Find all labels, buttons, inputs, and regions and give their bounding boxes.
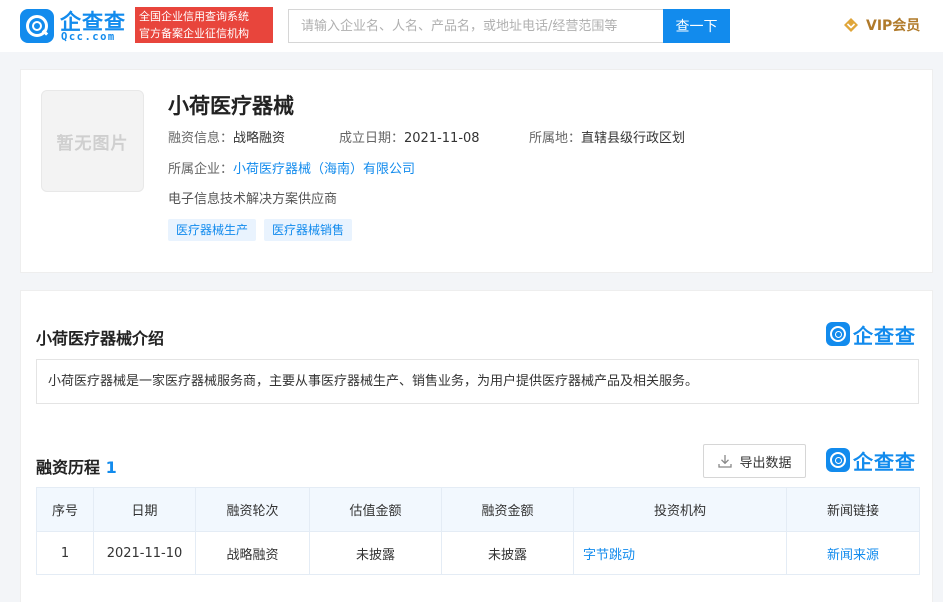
qcc-logo-icon [20,9,54,43]
financing-title: 融资历程 1 [36,458,117,477]
vip-link[interactable]: VIP会员 [842,15,920,35]
cell-valuation: 未披露 [309,531,442,575]
logo-text-en: Qcc.com [61,31,116,43]
slogan-badge: 全国企业信用查询系统 官方备案企业征信机构 [135,7,273,43]
column-header: 序号 [36,487,94,532]
vip-diamond-icon [844,18,858,32]
qcc-watermark: 企查查 [826,322,918,348]
company-row: 所属企业：小荷医疗器械（海南）有限公司 [168,158,415,177]
intro-text: 小荷医疗器械是一家医疗器械服务商，主要从事医疗器械生产、销售业务，为用户提供医疗… [36,359,919,404]
column-header: 投资机构 [573,487,787,532]
brand-description: 电子信息技术解决方案供应商 [168,192,338,207]
company-label: 所属企业： [168,162,234,177]
column-header: 日期 [93,487,196,532]
vip-label: VIP会员 [866,18,921,34]
qcc-logo[interactable]: 企查查 Qcc.com [20,8,130,44]
tag-item[interactable]: 医疗器械生产 [168,219,257,241]
location-value: 直辖县级行政区划 [581,131,686,146]
export-data-button[interactable]: 导出数据 [703,444,806,478]
news-source-link[interactable]: 新闻来源 [827,548,879,563]
cell-date: 2021-11-10 [93,531,196,575]
brand-profile-card: 暂无图片 小荷医疗器械 融资信息：战略融资 成立日期：2021-11-08 所属… [20,69,933,273]
cell-investor: 字节跳动 [573,531,787,575]
intro-title: 小荷医疗器械介绍 [36,329,165,348]
brand-detail-card: 小荷医疗器械介绍 企查查 小荷医疗器械是一家医疗器械服务商，主要从事医疗器械生产… [20,290,933,602]
company-link[interactable]: 小荷医疗器械（海南）有限公司 [233,162,415,177]
tag-list: 医疗器械生产 医疗器械销售 [168,219,353,241]
investor-link[interactable]: 字节跳动 [583,548,635,563]
financing-label: 融资信息： [168,131,234,146]
tag-item[interactable]: 医疗器械销售 [264,219,353,241]
cell-index: 1 [36,531,94,575]
cell-news: 新闻来源 [786,531,920,575]
table-row: 1 2021-11-10 战略融资 未披露 未披露 字节跳动 新闻来源 [36,531,920,575]
location-label: 所属地： [529,131,582,146]
table-header-row: 序号 日期 融资轮次 估值金额 融资金额 投资机构 新闻链接 [36,487,920,532]
search-input[interactable] [288,9,664,43]
qcc-watermark-icon [826,448,850,472]
top-header: 企查查 Qcc.com 全国企业信用查询系统 官方备案企业征信机构 查一下 VI… [0,0,943,52]
export-label: 导出数据 [739,455,792,471]
financing-value: 战略融资 [233,131,286,146]
founded-label: 成立日期： [339,131,405,146]
search-button[interactable]: 查一下 [663,9,730,43]
qcc-watermark: 企查查 [826,448,918,474]
slogan-line-1: 全国企业信用查询系统 [139,10,249,23]
download-icon [718,455,733,468]
cell-round: 战略融资 [195,531,310,575]
no-image-placeholder: 暂无图片 [41,90,144,192]
column-header: 新闻链接 [786,487,920,532]
slogan-line-2: 官方备案企业征信机构 [139,27,249,40]
column-header: 估值金额 [309,487,442,532]
brand-name: 小荷医疗器械 [168,94,294,118]
founded-value: 2021-11-08 [404,131,480,146]
column-header: 融资轮次 [195,487,310,532]
financing-table: 序号 日期 融资轮次 估值金额 融资金额 投资机构 新闻链接 1 2021-11… [36,487,920,575]
column-header: 融资金额 [441,487,574,532]
qcc-watermark-icon [826,322,850,346]
cell-amount: 未披露 [441,531,574,575]
financing-count: 1 [105,458,117,477]
